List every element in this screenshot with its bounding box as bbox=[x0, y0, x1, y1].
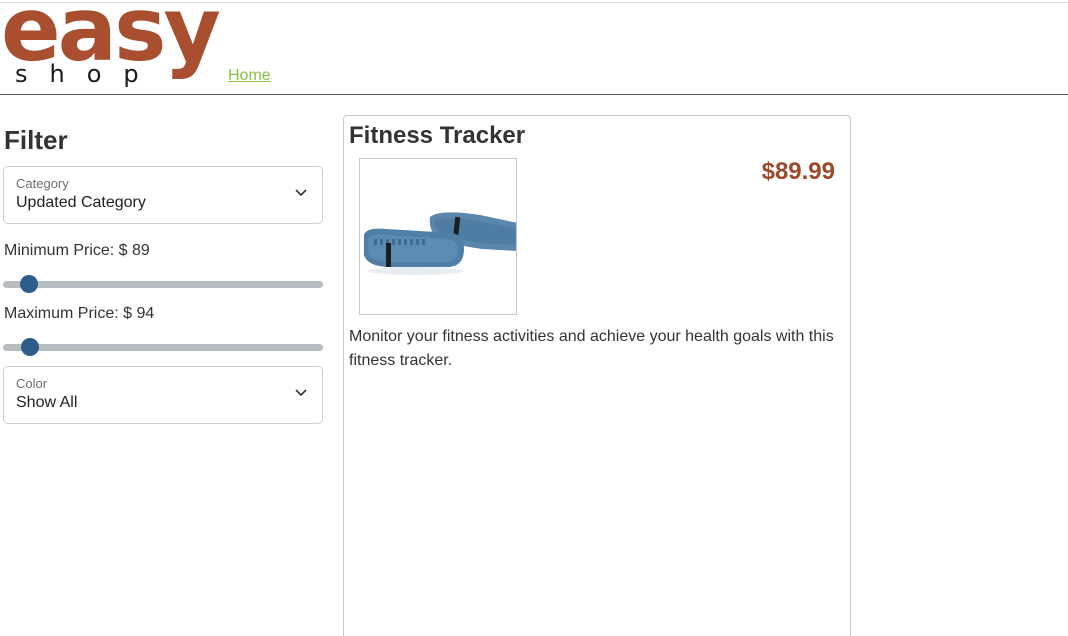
color-select[interactable]: Color Show All bbox=[3, 366, 323, 424]
category-select-value: Updated Category bbox=[16, 194, 146, 211]
fitness-band-icon bbox=[364, 212, 516, 275]
max-price-slider[interactable] bbox=[3, 337, 323, 357]
logo-shop-text: shop bbox=[15, 60, 161, 88]
min-price-slider-track bbox=[3, 281, 323, 288]
color-select-label: Color bbox=[16, 376, 48, 391]
nav-home-link[interactable]: Home bbox=[228, 67, 271, 85]
product-card[interactable]: Fitness Tracker $89.99 Monitor your fitn… bbox=[343, 115, 851, 636]
color-select-value: Show All bbox=[16, 394, 78, 411]
category-select-label: Category bbox=[16, 176, 69, 191]
filter-title: Filter bbox=[4, 125, 68, 155]
chevron-down-icon bbox=[295, 189, 307, 197]
max-price-slider-thumb[interactable] bbox=[21, 338, 39, 356]
min-price-slider[interactable] bbox=[3, 274, 323, 294]
easy-shop-logo[interactable]: easy shop bbox=[0, 0, 221, 92]
chevron-down-icon bbox=[295, 389, 307, 397]
max-price-label: Maximum Price: $ 94 bbox=[4, 305, 155, 322]
max-price-slider-track bbox=[3, 344, 323, 351]
product-description: Monitor your fitness activities and achi… bbox=[349, 328, 834, 369]
category-select[interactable]: Category Updated Category bbox=[3, 166, 323, 224]
product-name: Fitness Tracker bbox=[349, 122, 526, 149]
site-header: easy shop Home bbox=[0, 0, 1068, 95]
product-image[interactable] bbox=[359, 158, 517, 315]
min-price-slider-thumb[interactable] bbox=[20, 275, 38, 293]
product-price: $89.99 bbox=[761, 158, 835, 185]
min-price-label: Minimum Price: $ 89 bbox=[4, 242, 150, 259]
